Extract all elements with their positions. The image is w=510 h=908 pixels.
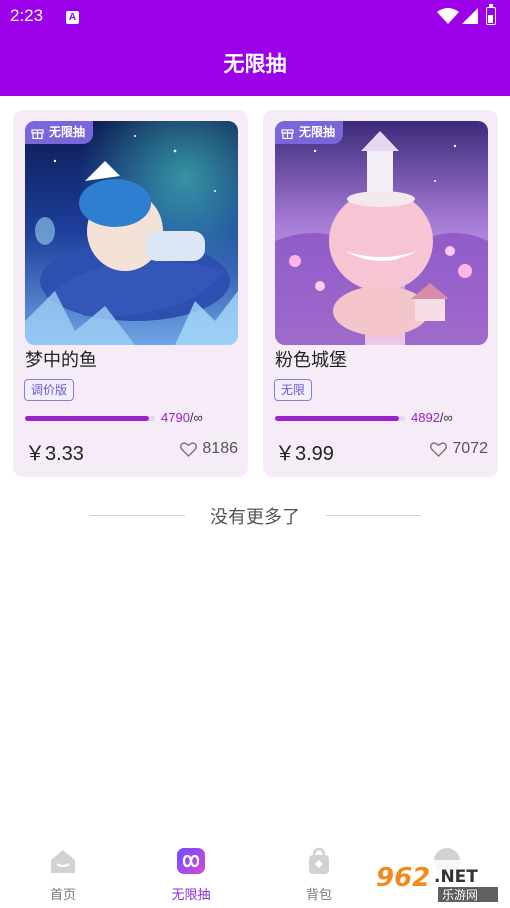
home-icon [51,850,75,873]
heart-icon [430,441,448,457]
battery-icon [486,4,496,25]
product-name: 梦中的鱼 [25,350,97,371]
product-name: 粉色城堡 [275,350,347,371]
gift-icon [281,129,294,139]
tag-label: 无限抽 [299,125,336,139]
like-button[interactable]: 7072 [430,440,488,458]
end-of-list-text: 没有更多了 [210,507,300,528]
progress-bar [25,416,155,421]
gift-icon [31,129,44,139]
wifi-icon [437,8,459,24]
heart-icon [180,441,198,457]
end-of-list: 没有更多了 [0,503,510,529]
progress-fill [275,416,399,421]
infinite-draw-tag: 无限抽 [25,121,94,144]
svg-text:.NET: .NET [434,867,478,887]
infinite-draw-tag: 无限抽 [275,121,344,144]
like-count: 8186 [202,440,238,457]
product-image-pink-castle: 无限抽 [275,121,488,345]
divider-right [326,515,421,516]
status-time: 2:23 [10,6,44,25]
site-watermark-logo: 962 .NET 乐游网 乐游网 [372,860,504,902]
signal-icon [462,8,478,24]
product-price: ￥3.99 [275,443,334,465]
like-button[interactable]: 8186 [180,440,238,458]
tab-bag[interactable]: 背包 [279,846,359,903]
notification-a-icon: A [66,11,79,24]
tab-bag-label: 背包 [305,888,332,903]
product-image-dream-fish: 无限抽 [25,121,238,345]
progress-fill [25,416,149,421]
app-header: 无限抽 [0,34,510,96]
tag-label: 无限抽 [49,125,86,139]
tab-home-label: 首页 [49,888,76,903]
tab-infinite-draw[interactable]: 无限抽 [151,846,231,903]
draw-count: 4790/∞ [161,410,203,425]
svg-text:乐游网: 乐游网 [442,888,478,902]
draw-count: 4892/∞ [411,410,453,425]
svg-text:962: 962 [376,863,430,893]
page-title: 无限抽 [223,52,287,76]
divider-left [90,515,185,516]
product-card-pink-castle[interactable]: 无限抽 粉色城堡 无限 4892/∞ ￥3.99 7072 [263,110,498,477]
product-badge: 无限 [274,379,313,401]
product-badge: 调价版 [24,379,75,401]
progress-bar [275,416,405,421]
infinity-icon [177,848,205,874]
status-bar: 2:23 A [0,0,510,34]
product-card-dream-fish[interactable]: 无限抽 梦中的鱼 调价版 4790/∞ ￥3.33 8186 [13,110,248,477]
bag-icon [309,847,329,874]
product-price: ￥3.33 [25,443,84,465]
tab-infinite-draw-label: 无限抽 [171,888,211,903]
like-count: 7072 [452,440,488,457]
tab-home[interactable]: 首页 [23,846,103,903]
